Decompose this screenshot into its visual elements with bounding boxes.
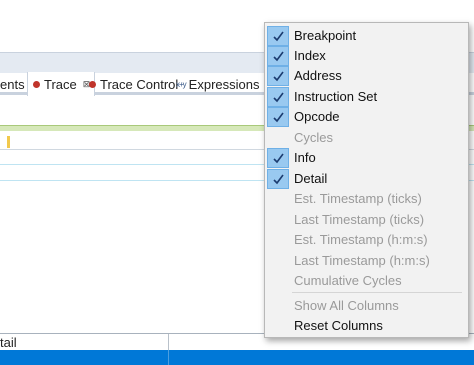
tab-label: Trace [44, 76, 77, 92]
menu-item-label: Last Timestamp (h:m:s) [294, 253, 430, 268]
menu-separator [292, 292, 462, 293]
checkmark-icon [267, 66, 289, 86]
column-header-detail[interactable]: tail [0, 335, 17, 350]
menu-item-breakpoint[interactable]: Breakpoint [267, 26, 467, 46]
checkmark-icon [267, 87, 289, 107]
menu-item-reset-columns[interactable]: Reset Columns [267, 316, 467, 336]
menu-item-label: Detail [294, 171, 328, 186]
menu-item-instruction-set[interactable]: Instruction Set [267, 87, 467, 107]
checkmark-icon [267, 26, 289, 46]
tab-trace-control[interactable]: Trace Control [88, 73, 178, 95]
menu-item-opcode[interactable]: Opcode [267, 107, 467, 127]
checkmark-icon [267, 169, 289, 189]
tab-trace[interactable]: Trace ⊠ [27, 72, 96, 96]
checkmark-icon [267, 148, 289, 168]
menu-item-info[interactable]: Info [267, 148, 467, 168]
expressions-icon: x+y [176, 79, 187, 89]
menu-item-label: Instruction Set [294, 89, 378, 104]
tab-label: ents [0, 76, 25, 92]
menu-item-cumulative-cycles[interactable]: Cumulative Cycles [267, 271, 467, 291]
column-context-menu: Breakpoint Index Address Instruction Set… [264, 22, 469, 338]
menu-item-last-timestamp-hms[interactable]: Last Timestamp (h:m:s) [267, 251, 467, 271]
menu-item-label: Show All Columns [294, 298, 399, 313]
menu-item-label: Info [294, 150, 316, 165]
menu-item-show-all-columns[interactable]: Show All Columns [267, 296, 467, 316]
menu-item-est-timestamp-ticks[interactable]: Est. Timestamp (ticks) [267, 189, 467, 209]
column-divider [168, 350, 169, 365]
menu-item-label: Cumulative Cycles [294, 273, 402, 288]
tab-expressions[interactable]: x+y Expressions [176, 73, 259, 95]
selected-row[interactable] [0, 350, 474, 365]
menu-item-label: Index [294, 48, 326, 63]
menu-item-label: Cycles [294, 130, 334, 145]
menu-item-label: Est. Timestamp (ticks) [294, 191, 422, 206]
trace-icon [32, 80, 41, 89]
checkmark-icon [267, 107, 289, 127]
menu-item-label: Breakpoint [294, 28, 357, 43]
menu-item-label: Address [294, 68, 342, 83]
menu-item-label: Opcode [294, 109, 340, 124]
menu-item-est-timestamp-hms[interactable]: Est. Timestamp (h:m:s) [267, 230, 467, 250]
menu-item-label: Last Timestamp (ticks) [294, 212, 425, 227]
checkmark-icon [267, 46, 289, 66]
tab-events[interactable]: ents [0, 73, 25, 95]
menu-item-address[interactable]: Address [267, 66, 467, 86]
menu-item-detail[interactable]: Detail [267, 169, 467, 189]
tab-label: Trace Control [100, 76, 179, 92]
menu-item-cycles[interactable]: Cycles [267, 128, 467, 148]
column-divider[interactable] [168, 334, 169, 351]
tab-label: Expressions [188, 76, 260, 92]
menu-item-index[interactable]: Index [267, 46, 467, 66]
trace-icon [88, 80, 97, 89]
menu-item-label: Est. Timestamp (h:m:s) [294, 232, 428, 247]
menu-item-last-timestamp-ticks[interactable]: Last Timestamp (ticks) [267, 210, 467, 230]
menu-item-label: Reset Columns [294, 318, 383, 333]
timeline-marker[interactable] [7, 136, 10, 148]
